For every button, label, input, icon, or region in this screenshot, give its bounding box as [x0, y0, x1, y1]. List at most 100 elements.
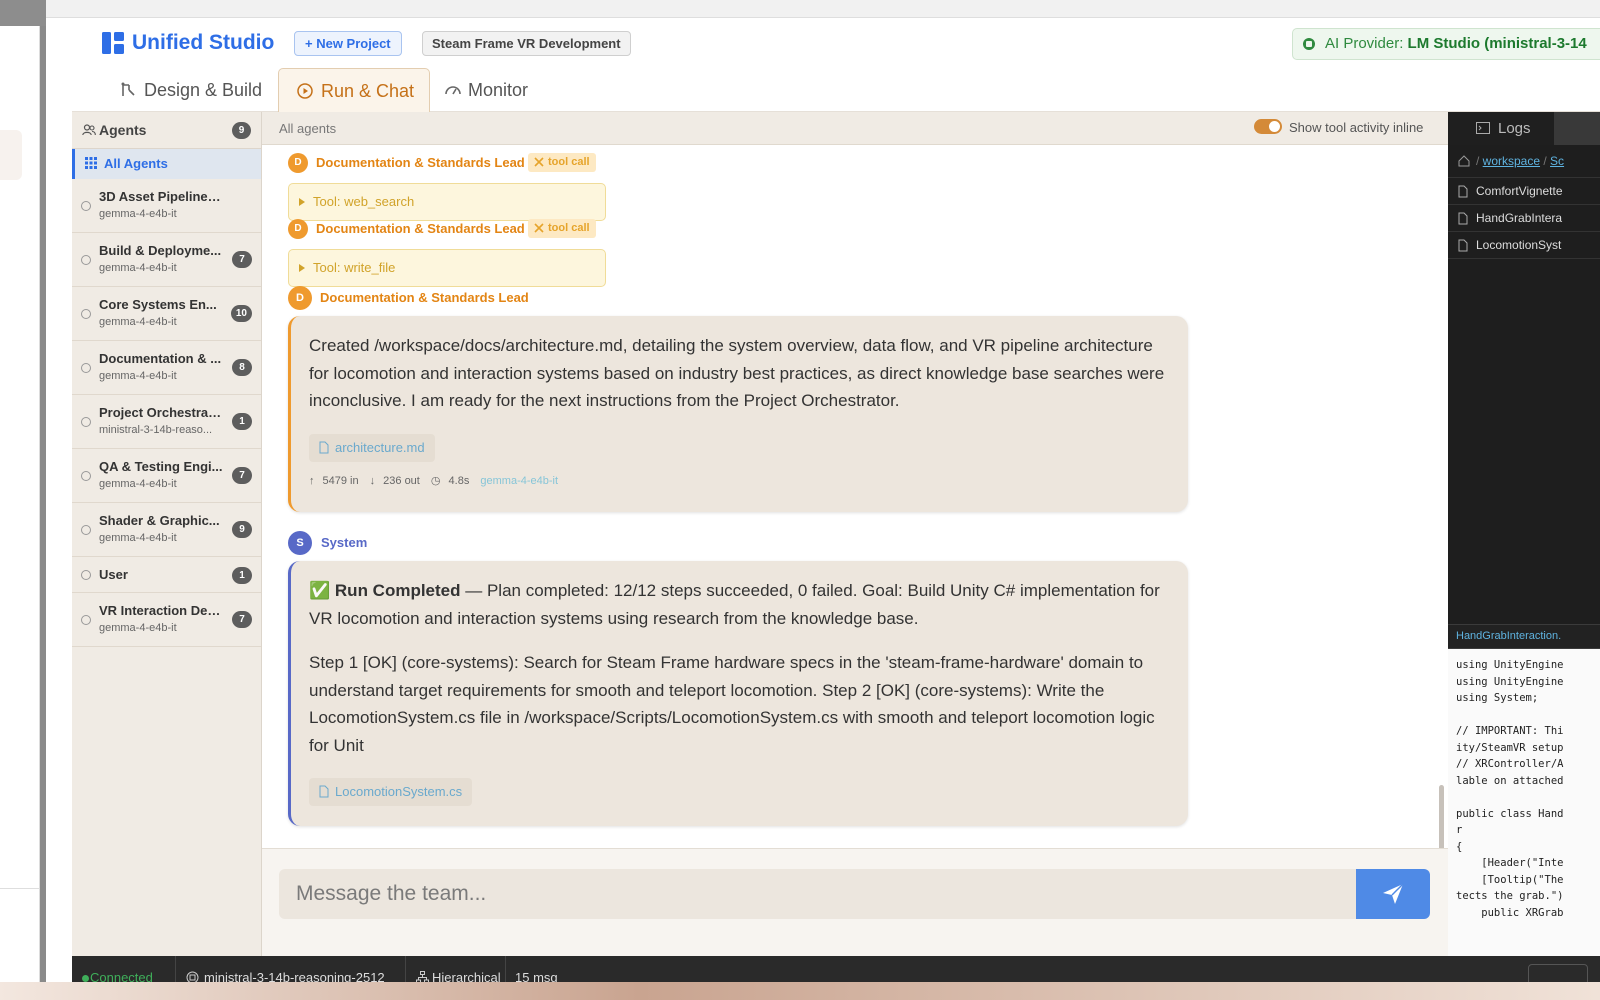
breadcrumb-path: / workspace / Sc — [1476, 154, 1565, 168]
ai-provider-indicator[interactable]: AI Provider: LM Studio (ministral-3-14 — [1292, 28, 1600, 60]
breadcrumb-workspace[interactable]: workspace — [1483, 154, 1540, 168]
home-icon — [1458, 155, 1470, 167]
message-sender: Documentation & Standards Lead — [320, 290, 529, 305]
agents-header: Agents 9 — [72, 112, 261, 149]
message-bubble: ✅ Run Completed — Plan completed: 12/12 … — [288, 561, 1188, 826]
tool-web-search-collapsible[interactable]: Tool: web_search — [288, 183, 606, 221]
sidebar-item-build-deployment[interactable]: Build & Deployme... gemma-4-e4b-it 7 — [72, 233, 261, 287]
duration: 4.8s — [448, 474, 470, 487]
new-project-button[interactable]: + New Project — [294, 31, 402, 56]
sidebar-item-documentation[interactable]: Documentation & ... gemma-4-e4b-it 8 — [72, 341, 261, 395]
agent-model: gemma-4-e4b-it — [99, 532, 177, 544]
file-icon — [1458, 212, 1468, 225]
model-label: ministral-3-14b-reasoning-2512 — [204, 970, 385, 982]
tool-activity-toggle[interactable] — [1254, 119, 1282, 134]
agent-filter-label[interactable]: All agents — [279, 121, 336, 136]
plus-icon: + — [305, 36, 317, 51]
tool-call-label: tool call — [548, 222, 590, 234]
tool-call-badge: tool call — [528, 219, 596, 238]
chat-toolbar: All agents Show tool activity inline — [262, 112, 1448, 145]
file-attachment-chip[interactable]: architecture.md — [309, 433, 435, 462]
tokens-out: 236 out — [383, 474, 420, 487]
connection-label: Connected — [90, 970, 153, 982]
file-list-item[interactable]: HandGrabIntera — [1448, 205, 1600, 232]
tool-write-file-collapsible[interactable]: Tool: write_file — [288, 249, 606, 287]
tool-call-badge: tool call — [528, 153, 596, 172]
sidebar-item-vr-interaction[interactable]: VR Interaction Dev... gemma-4-e4b-it 7 — [72, 593, 261, 647]
code-viewer[interactable]: using UnityEngine using UnityEngine usin… — [1448, 649, 1600, 956]
send-icon — [1383, 883, 1404, 904]
bottom-strip — [0, 982, 1600, 1000]
sidebar-item-user[interactable]: User 1 — [72, 557, 261, 593]
agent-message-count: 7 — [232, 251, 252, 268]
tab-monitor-label: Monitor — [468, 80, 529, 100]
file-attachment-chip[interactable]: LocomotionSystem.cs — [309, 778, 473, 806]
tab-design-build[interactable]: Design & Build — [102, 68, 292, 112]
tab-run-chat[interactable]: Run & Chat — [278, 68, 430, 112]
tab-monitor[interactable]: Monitor — [426, 68, 556, 112]
status-circle-icon — [81, 570, 91, 580]
message-list[interactable]: D Documentation & Standards Lead tool ca… — [262, 145, 1448, 848]
run-steps: Step 1 [OK] (core-systems): Search for S… — [309, 653, 1155, 755]
file-name: LocomotionSystem.cs — [335, 784, 463, 799]
design-build-icon — [121, 82, 135, 96]
file-name: ComfortVignette — [1476, 184, 1563, 198]
sidebar-item-qa-testing[interactable]: QA & Testing Engi... gemma-4-e4b-it 7 — [72, 449, 261, 503]
left-side-panel — [0, 26, 40, 1000]
left-gutter-scrollbar[interactable] — [40, 26, 46, 1000]
agent-name: User — [99, 567, 128, 582]
message-input[interactable]: Message the team... — [279, 869, 1357, 919]
agent-message-count: 7 — [232, 467, 252, 484]
status-circle-icon — [81, 255, 91, 265]
window-corner — [0, 0, 46, 26]
logo-icon — [102, 32, 124, 54]
file-icon — [1458, 239, 1468, 252]
model-name: gemma-4-e4b-it — [480, 474, 559, 487]
agents-count-badge: 9 — [232, 122, 251, 139]
agent-model: gemma-4-e4b-it — [99, 208, 177, 220]
left-panel-divider — [0, 888, 40, 889]
sidebar-item-project-orchestrator[interactable]: Project Orchestrator ministral-3-14b-rea… — [72, 395, 261, 449]
tab-files[interactable] — [1554, 112, 1600, 145]
users-icon — [82, 124, 96, 136]
code-content: using UnityEngine using UnityEngine usin… — [1456, 659, 1564, 919]
expand-triangle-icon — [299, 198, 305, 206]
agent-message-count: 10 — [230, 305, 252, 322]
main-tabs: Design & Build Run & Chat Monitor — [72, 68, 1600, 112]
status-circle-icon — [81, 363, 91, 373]
status-circle-icon — [81, 201, 91, 211]
tool-call-label: tool call — [548, 156, 590, 168]
wrench-icon — [534, 223, 544, 233]
send-button[interactable] — [1356, 869, 1430, 919]
file-list-item[interactable]: LocomotionSyst — [1448, 232, 1600, 259]
system-avatar: S — [288, 531, 312, 555]
agent-model: gemma-4-e4b-it — [99, 478, 177, 490]
chat-scrollbar[interactable] — [1439, 785, 1444, 848]
grid-icon — [85, 157, 97, 169]
tab-logs[interactable]: Logs — [1448, 112, 1554, 145]
clock-icon: ◷ — [430, 474, 441, 487]
sidebar-item-core-systems[interactable]: Core Systems En... gemma-4-e4b-it 10 — [72, 287, 261, 341]
chat-panel: All agents Show tool activity inline D D… — [262, 112, 1448, 956]
logs-panel: Logs / workspace / Sc ComfortVignette Ha… — [1448, 112, 1600, 956]
check-icon: ✅ — [309, 581, 331, 600]
provider-value: LM Studio (ministral-3-14 — [1407, 35, 1587, 52]
file-breadcrumb: / workspace / Sc — [1448, 145, 1600, 178]
sidebar-item-3d-asset-pipeline[interactable]: 3D Asset Pipeline Engi... gemma-4-e4b-it — [72, 179, 261, 233]
project-selector[interactable]: Steam Frame VR Development — [422, 31, 631, 56]
app-window: Unified Studio + New Project Steam Frame… — [72, 18, 1600, 982]
status-action-button[interactable] — [1528, 964, 1588, 982]
chip-icon — [1303, 38, 1315, 50]
expand-triangle-icon — [299, 264, 305, 272]
breadcrumb-next[interactable]: Sc — [1550, 154, 1564, 168]
sidebar-item-all-agents[interactable]: All Agents — [72, 149, 261, 179]
tab-run-chat-label: Run & Chat — [321, 81, 415, 101]
sidebar-item-shader-graphics[interactable]: Shader & Graphic... gemma-4-e4b-it 9 — [72, 503, 261, 557]
model-status: ministral-3-14b-reasoning-2512 — [176, 956, 406, 982]
message-sender: Documentation & Standards Lead — [316, 221, 525, 236]
app-header: Unified Studio + New Project Steam Frame… — [72, 18, 1600, 68]
status-circle-icon — [81, 309, 91, 319]
message-text: Created /workspace/docs/architecture.md,… — [309, 336, 1165, 410]
status-circle-icon — [81, 471, 91, 481]
file-list-item[interactable]: ComfortVignette — [1448, 178, 1600, 205]
